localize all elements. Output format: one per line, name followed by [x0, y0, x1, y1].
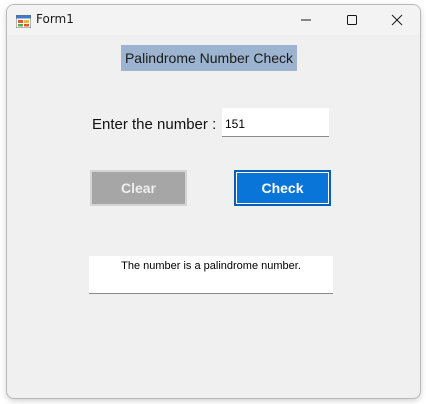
minimize-icon	[301, 19, 311, 21]
title-bar[interactable]: Form1	[7, 5, 420, 35]
close-button[interactable]	[374, 5, 420, 35]
close-icon	[391, 14, 403, 26]
minimize-button[interactable]	[283, 5, 329, 35]
winforms-app-icon	[15, 13, 32, 29]
window-title: Form1	[36, 12, 74, 26]
clear-button[interactable]: Clear	[90, 170, 187, 206]
maximize-button[interactable]	[329, 5, 375, 35]
maximize-icon	[347, 15, 357, 25]
app-window: Form1 Palindrome Number Check Enter the …	[6, 4, 421, 399]
check-button[interactable]: Check	[234, 170, 331, 206]
number-input[interactable]	[222, 108, 329, 137]
result-output: The number is a palindrome number.	[89, 256, 333, 294]
number-prompt-label: Enter the number :	[92, 116, 217, 133]
form-header-label: Palindrome Number Check	[121, 45, 297, 71]
